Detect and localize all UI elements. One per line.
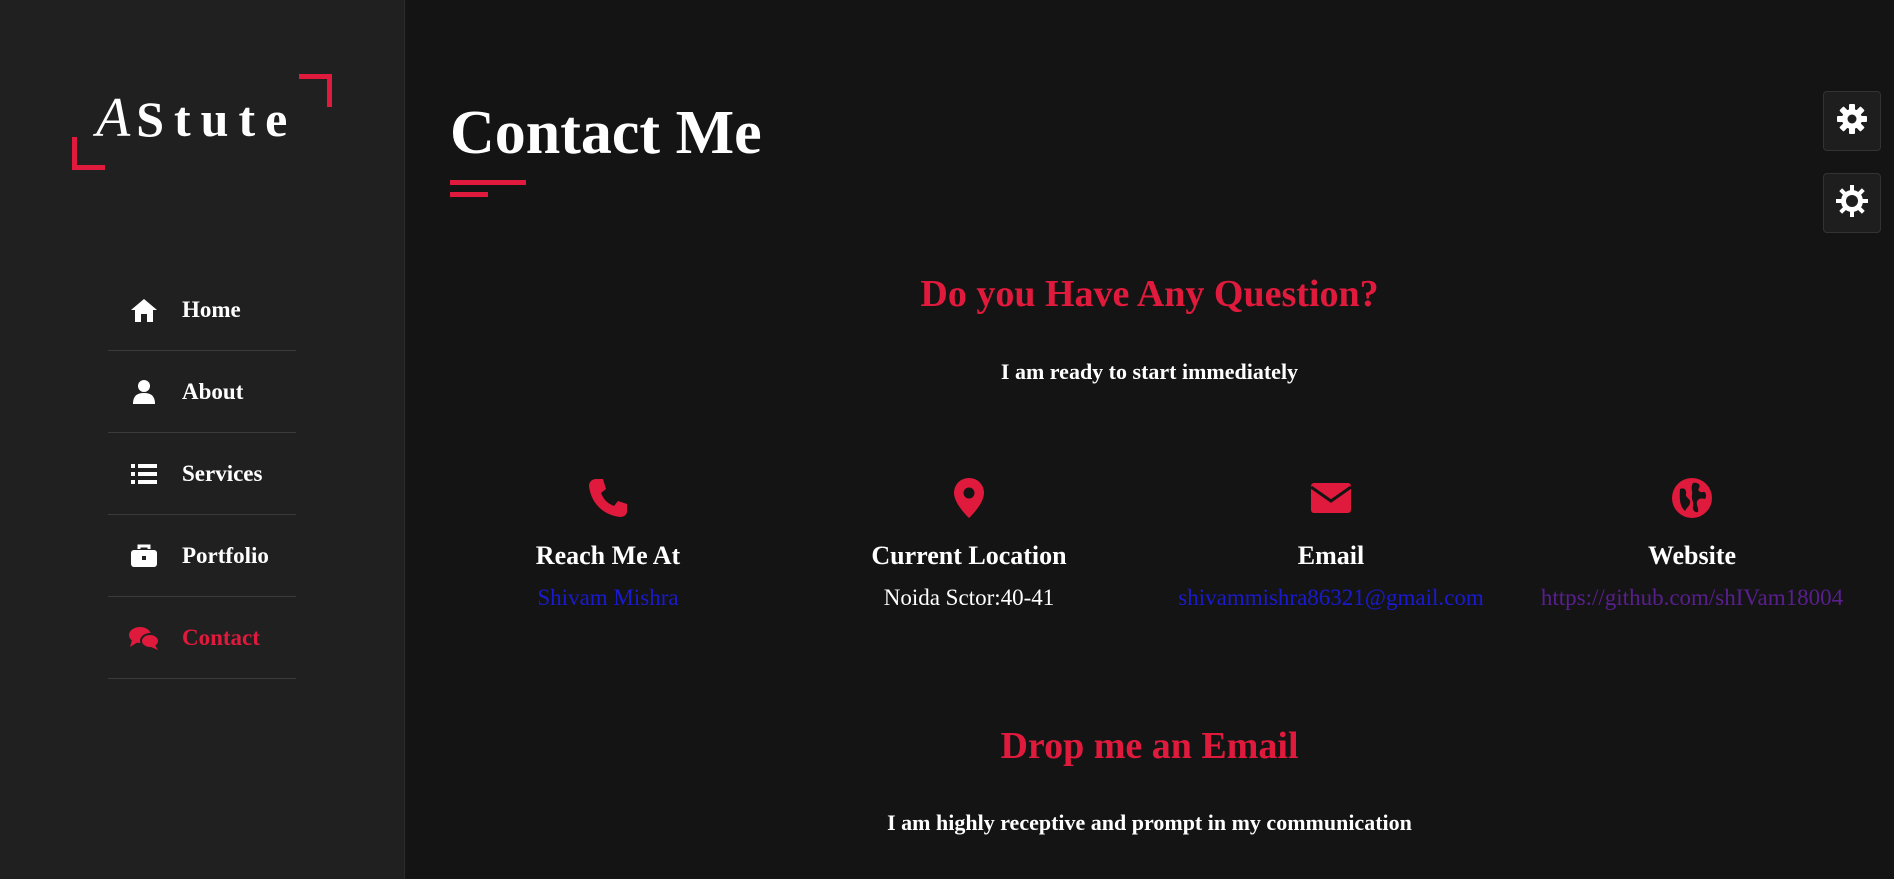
phone-icon [428,475,788,521]
sidebar-item-label: Portfolio [182,543,269,568]
sidebar-item-label: Services [182,461,263,486]
sidebar-item-label: Contact [182,625,260,650]
title-underline [450,180,526,185]
map-pin-icon [789,475,1149,521]
gear-icon [1836,103,1868,139]
list-icon [128,460,160,488]
sun-gear-icon [1836,185,1868,221]
reach-link[interactable]: Shivam Mishra [537,585,678,610]
question-subtitle: I am ready to start immediately [1000,359,1299,384]
logo-letter: A [96,87,137,149]
email-subtitle: I am highly receptive and prompt in my c… [887,810,1412,835]
sidebar-item-label: Home [182,297,241,322]
card-title: Website [1647,541,1737,570]
sidebar: AStute Home About Services Portfolio Con… [0,0,405,879]
sidebar-item-label: About [182,379,244,404]
sidebar-nav: Home About Services Portfolio Contact [108,270,296,680]
contact-card-location: Current Location Noida Sctor:40-41 [789,475,1149,611]
email-heading: Drop me an Email [1000,725,1299,767]
logo-rest: Stute [136,91,298,147]
sidebar-item-portfolio[interactable]: Portfolio [108,516,296,597]
logo-corner-top-right [299,74,332,107]
sidebar-item-about[interactable]: About [108,352,296,433]
home-icon [128,296,160,324]
contact-card-email: Email shivammishra86321@gmail.com [1151,475,1511,611]
comments-icon [128,624,160,652]
theme-toggle-button[interactable] [1823,173,1881,233]
sidebar-item-services[interactable]: Services [108,434,296,515]
card-title: Current Location [871,541,1067,570]
sidebar-item-contact[interactable]: Contact [108,598,296,679]
card-title: Email [1297,541,1365,570]
card-title: Reach Me At [535,541,681,570]
sidebar-item-home[interactable]: Home [108,270,296,351]
contact-card-website: Website https://github.com/shIVam18004 [1512,475,1872,611]
page-title: Contact Me [450,99,762,167]
email-link[interactable]: shivammishra86321@gmail.com [1178,585,1483,610]
contact-card-reach: Reach Me At Shivam Mishra [428,475,788,611]
logo-text: AStute [96,86,297,150]
user-icon [128,378,160,406]
settings-button[interactable] [1823,91,1881,151]
briefcase-icon [128,542,160,570]
website-link[interactable]: https://github.com/shIVam18004 [1541,585,1843,610]
title-underline-short [450,192,488,197]
globe-icon [1512,475,1872,521]
question-heading: Do you Have Any Question? [920,273,1379,315]
location-value: Noida Sctor:40-41 [883,585,1055,610]
envelope-icon [1151,475,1511,521]
logo[interactable]: AStute [72,74,332,170]
main-content: Contact Me Do you Have Any Question? I a… [405,0,1894,879]
